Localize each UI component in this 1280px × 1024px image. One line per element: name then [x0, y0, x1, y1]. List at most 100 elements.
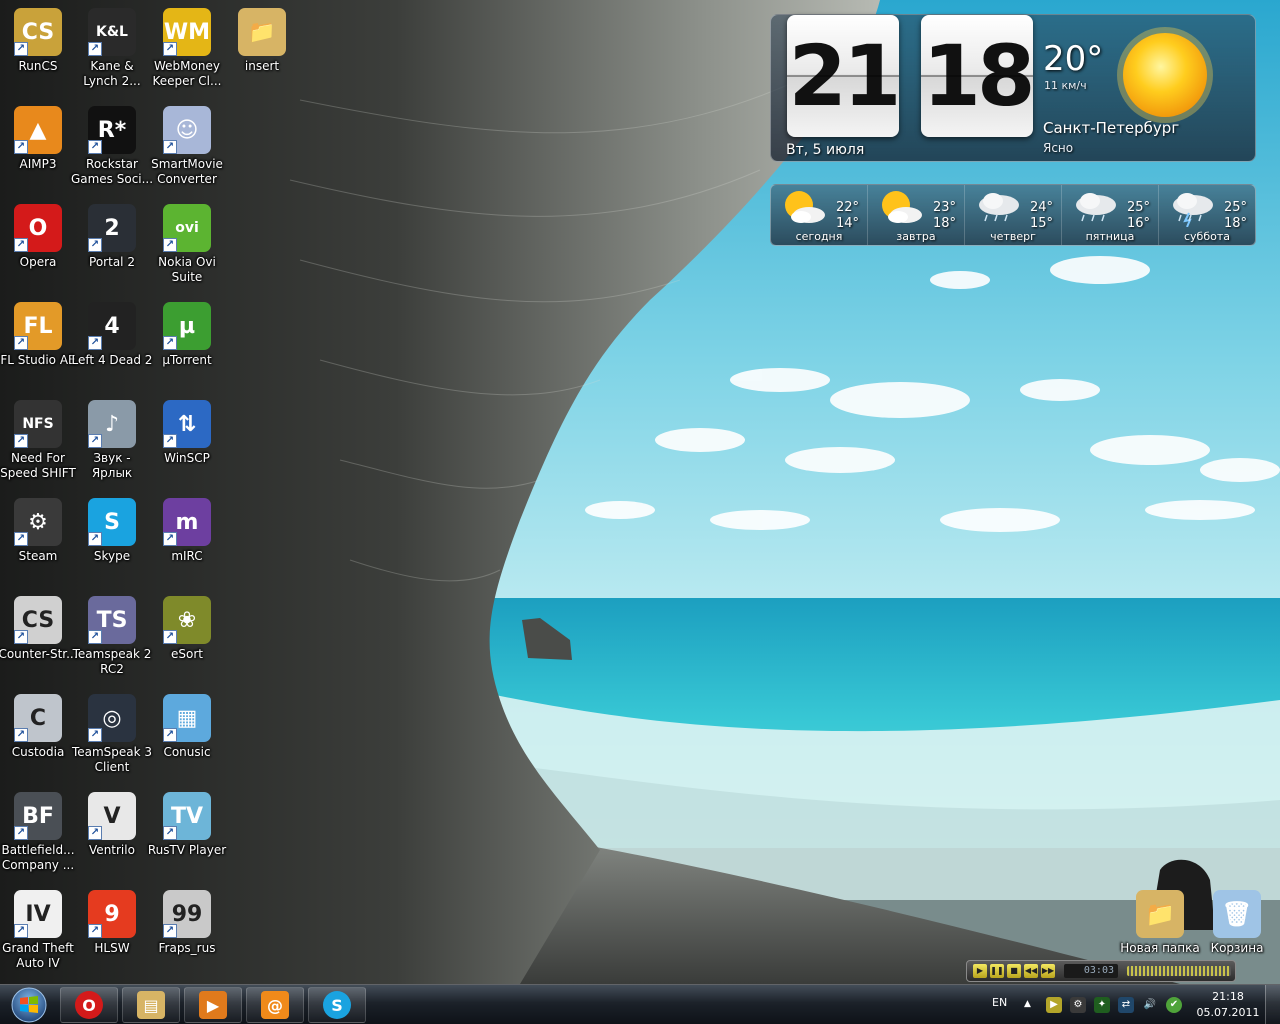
desktop-icon[interactable]: BF ↗ Battlefield... Company ... [0, 788, 76, 882]
desktop-icon[interactable]: ovi ↗ Nokia Ovi Suite [149, 200, 225, 294]
steam-tray-icon[interactable]: ⚙ [1070, 997, 1086, 1013]
desktop-icon[interactable]: 2 ↗ Portal 2 [74, 200, 150, 294]
sun-icon [1117, 27, 1213, 123]
desktop-icon[interactable]: CS ↗ Counter-Str... [0, 592, 78, 686]
desktop-icon[interactable]: ♪ ↗ Звук - Ярлык [74, 396, 150, 490]
shortcut-arrow-icon: ↗ [14, 826, 28, 840]
shortcut-arrow-icon: ↗ [163, 336, 177, 350]
shortcut-arrow-icon: ↗ [88, 238, 102, 252]
tray-app-icon[interactable]: ✦ [1094, 997, 1110, 1013]
desktop-icon[interactable]: FL ↗ FL Studio AE [0, 298, 76, 392]
desktop-icon[interactable]: ⚙ ↗ Steam [0, 494, 76, 588]
desktop-icon[interactable]: ☺ ↗ SmartMovie Converter [149, 102, 225, 196]
desktop-icon[interactable]: CS ↗ RunCS [0, 4, 76, 98]
forecast-day[interactable]: 25° 16° пятница [1062, 185, 1159, 245]
desktop-icon[interactable]: K&L ↗ Kane & Lynch 2... [74, 4, 150, 98]
weather-wind: 11 км/ч [1044, 79, 1087, 92]
desktop-icon-label: Opera [19, 255, 57, 269]
desktop-icon[interactable]: IV ↗ Grand Theft Auto IV [0, 886, 76, 980]
start-button[interactable] [4, 986, 54, 1024]
player-progress[interactable] [1127, 966, 1231, 976]
network-icon[interactable]: ⇄ [1118, 997, 1134, 1013]
desktop-icon[interactable]: ❀ ↗ eSort [149, 592, 225, 686]
forecast-day-name: завтра [896, 230, 936, 243]
desktop-icon[interactable]: S ↗ Skype [74, 494, 150, 588]
shortcut-arrow-icon: ↗ [163, 42, 177, 56]
desktop-icon[interactable]: WM ↗ WebMoney Keeper Cl... [149, 4, 225, 98]
previous-icon[interactable]: ◀◀ [1024, 964, 1038, 978]
desktop-icon-label: Nokia Ovi Suite [158, 255, 216, 284]
taskbar-button-mail-agent[interactable]: @ [246, 987, 304, 1023]
shortcut-arrow-icon: ↗ [14, 238, 28, 252]
shortcut-arrow-icon: ↗ [14, 532, 28, 546]
desktop-icon[interactable]: ◎ ↗ TeamSpeak 3 Client [72, 690, 152, 784]
skype-icon: S [323, 991, 351, 1019]
tray-clock-date[interactable]: 05.07.2011 [1196, 1006, 1260, 1019]
forecast-high: 25° [1126, 200, 1150, 215]
taskbar-button-media-player[interactable]: ▶ [184, 987, 242, 1023]
media-player-tray-icon[interactable]: ▶ [1046, 997, 1062, 1013]
desktop-icon[interactable]: R* ↗ Rockstar Games Soci... [71, 102, 153, 196]
show-desktop-button[interactable] [1265, 985, 1280, 1024]
shortcut-arrow-icon: ↗ [163, 826, 177, 840]
shortcut-arrow-icon: ↗ [163, 728, 177, 742]
desktop-icon[interactable]: O ↗ Opera [0, 200, 76, 294]
desktop-icon[interactable]: 4 ↗ Left 4 Dead 2 [72, 298, 152, 392]
desktop-icon-label: Custodia [11, 745, 65, 759]
desktop-icon[interactable]: TS ↗ Teamspeak 2 RC2 [73, 592, 151, 686]
weather-forecast-gadget[interactable]: 22° 14° сегодня 23° 18° завтра 24° 15° четверг 25… [770, 184, 1256, 246]
forecast-day[interactable]: 22° 14° сегодня [771, 185, 868, 245]
taskbar-button-skype[interactable]: S [308, 987, 366, 1023]
shortcut-arrow-icon: ↗ [88, 630, 102, 644]
desktop-icon[interactable]: 📁 insert [224, 4, 300, 98]
desktop-icon[interactable]: TV ↗ RusTV Player [148, 788, 226, 882]
media-player-mini-bar[interactable]: ▶ ❚❚ ■ ◀◀ ▶▶ 03:03 [966, 960, 1236, 982]
taskbar-button-explorer[interactable]: ▤ [122, 987, 180, 1023]
thunderstorm-icon [1173, 193, 1213, 227]
taskbar-button-opera[interactable]: O [60, 987, 118, 1023]
pause-icon[interactable]: ❚❚ [990, 964, 1004, 978]
desktop-icon[interactable]: ▦ ↗ Conusic [149, 690, 225, 784]
forecast-day[interactable]: 24° 15° четверг [965, 185, 1062, 245]
shortcut-arrow-icon: ↗ [163, 630, 177, 644]
forecast-day-name: четверг [990, 230, 1036, 243]
desktop-icon-label: Kane & Lynch 2... [83, 59, 141, 88]
desktop-icon[interactable]: 9 ↗ HLSW [74, 886, 150, 980]
forecast-day[interactable]: 23° 18° завтра [868, 185, 965, 245]
clock-weather-gadget[interactable]: 21 18 Вт, 5 июля 20° 11 км/ч Санкт-Петер… [770, 14, 1256, 162]
play-icon[interactable]: ▶ [973, 964, 987, 978]
shortcut-arrow-icon: ↗ [88, 826, 102, 840]
forecast-day[interactable]: 25° 18° суббота [1159, 185, 1255, 245]
weather-temperature: 20° [1043, 39, 1104, 79]
desktop-icon[interactable]: 99 ↗ Fraps_rus [149, 886, 225, 980]
desktop-icon[interactable]: µ ↗ µTorrent [149, 298, 225, 392]
forecast-day-name: сегодня [795, 230, 843, 243]
volume-icon[interactable]: 🔊 [1142, 997, 1158, 1013]
forecast-day-name: пятница [1085, 230, 1135, 243]
desktop-icon-label: eSort [171, 647, 203, 661]
desktop-icon[interactable]: NFS ↗ Need For Speed SHIFT [0, 396, 76, 490]
desktop-icon[interactable]: C ↗ Custodia [0, 690, 76, 784]
desktop-icon-label: TeamSpeak 3 Client [71, 745, 153, 774]
desktop-icon-label: WebMoney Keeper Cl... [152, 59, 222, 88]
desktop-icon-label: HLSW [94, 941, 130, 955]
forecast-low: 15° [1029, 216, 1053, 231]
stop-icon[interactable]: ■ [1007, 964, 1021, 978]
tray-overflow-icon[interactable]: ▲ [1024, 999, 1031, 1009]
desktop-icon[interactable]: ⇅ ↗ WinSCP [149, 396, 225, 490]
shortcut-arrow-icon: ↗ [163, 140, 177, 154]
next-icon[interactable]: ▶▶ [1041, 964, 1055, 978]
desktop-icon[interactable]: ▲ ↗ AIMP3 [0, 102, 76, 196]
shortcut-arrow-icon: ↗ [163, 238, 177, 252]
security-icon[interactable]: ✔ [1166, 997, 1182, 1013]
language-indicator[interactable]: EN [992, 996, 1007, 1009]
desktop-icon[interactable]: m ↗ mIRC [149, 494, 225, 588]
desktop-icon[interactable]: V ↗ Ventrilo [74, 788, 150, 882]
rain-cloud-icon [979, 193, 1019, 222]
shortcut-arrow-icon: ↗ [88, 728, 102, 742]
tray-clock-time[interactable]: 21:18 [1200, 990, 1256, 1003]
desktop-icon-label: WinSCP [164, 451, 210, 465]
forecast-high: 25° [1223, 200, 1247, 215]
shortcut-arrow-icon: ↗ [14, 728, 28, 742]
desktop-icon-label: RunCS [18, 59, 58, 73]
